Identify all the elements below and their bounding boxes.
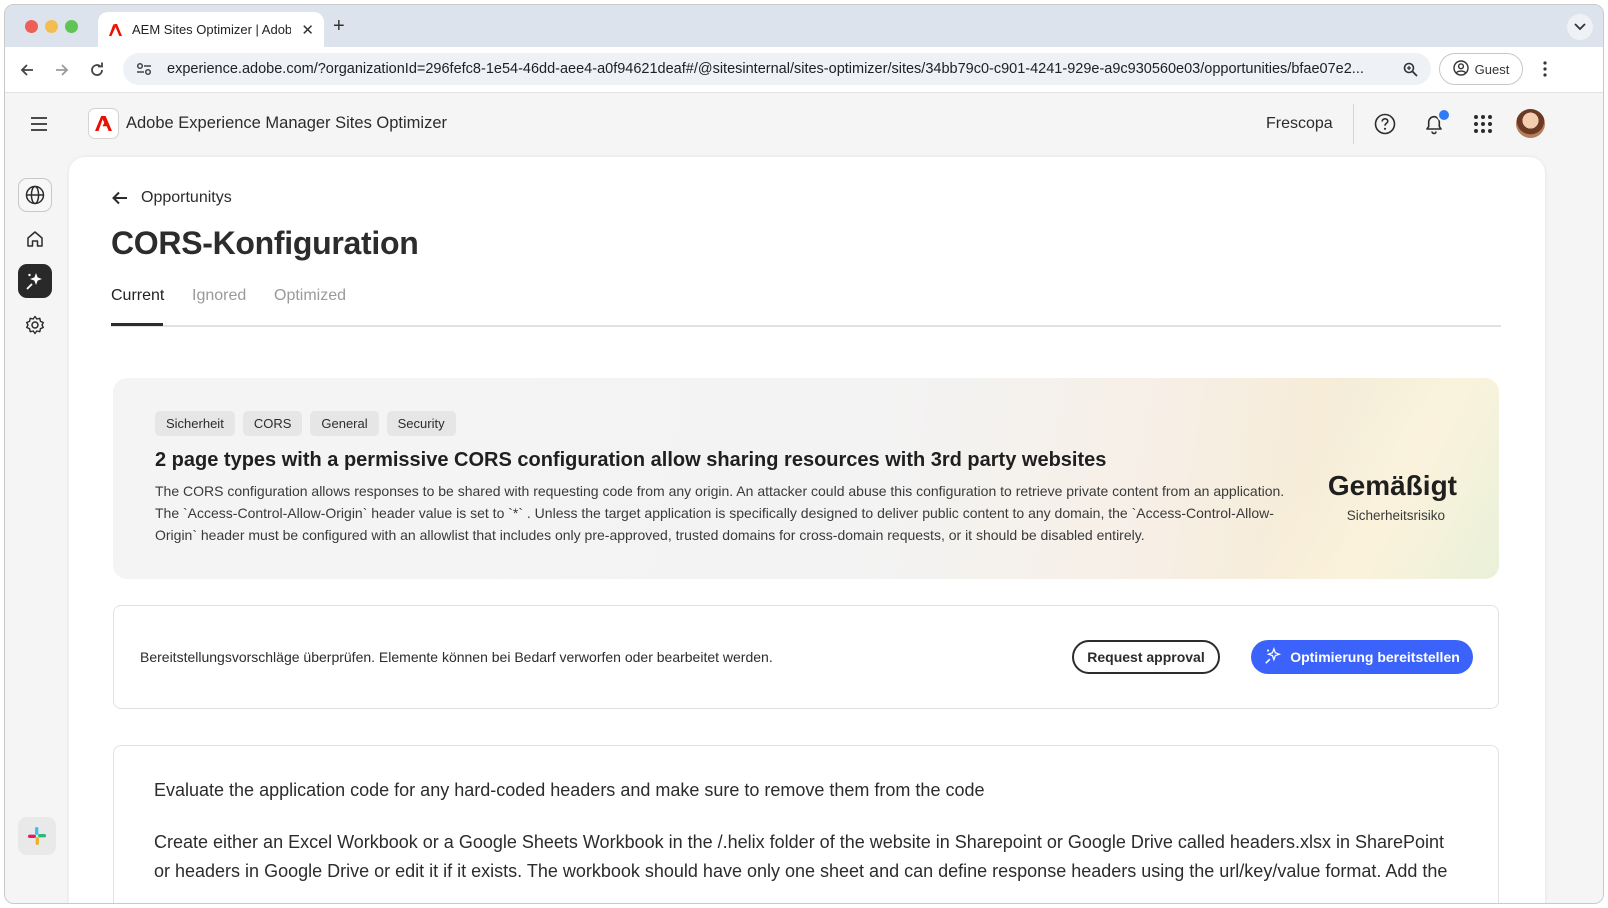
adobe-favicon-icon — [108, 23, 122, 37]
tag: Sicherheit — [155, 411, 235, 436]
deploy-label: Optimierung bereitstellen — [1290, 649, 1460, 665]
reload-icon[interactable] — [87, 60, 107, 80]
adobe-logo-icon[interactable] — [88, 108, 119, 139]
back-label: Opportunitys — [141, 189, 232, 206]
active-tab-indicator — [111, 323, 163, 326]
deploy-instruction: Bereitstellungsvorschläge überprüfen. El… — [140, 649, 773, 665]
browser-tab[interactable]: AEM Sites Optimizer | Adobe ✕ — [98, 12, 324, 47]
apps-grid-icon[interactable] — [1471, 112, 1495, 136]
app-shell: Adobe Experience Manager Sites Optimizer… — [5, 94, 1603, 903]
help-icon[interactable] — [1373, 112, 1397, 136]
tag: CORS — [242, 411, 303, 436]
arrow-left-icon — [111, 189, 129, 207]
step-text: Evaluate the application code for any ha… — [154, 780, 985, 800]
tag-list: Sicherheit CORS General Security — [155, 411, 456, 436]
tab-ignored[interactable]: Ignored — [192, 287, 246, 305]
back-link[interactable]: Opportunitys — [111, 189, 232, 207]
app-header: Adobe Experience Manager Sites Optimizer… — [5, 94, 1603, 154]
tab-title: AEM Sites Optimizer | Adobe — [132, 22, 292, 37]
opportunity-summary-card: Sicherheit CORS General Security 2 page … — [113, 378, 1499, 579]
home-icon[interactable] — [18, 222, 52, 256]
step-text: Create either an Excel Workbook or a Goo… — [154, 832, 1448, 881]
profile-icon — [1452, 59, 1469, 79]
site-settings-icon[interactable] — [135, 60, 153, 78]
tab-close-icon[interactable]: ✕ — [301, 21, 314, 39]
deploy-optimization-button[interactable]: Optimierung bereitstellen — [1251, 640, 1473, 674]
tab-search-button[interactable] — [1567, 14, 1593, 40]
forward-nav-icon[interactable] — [52, 60, 72, 80]
minimize-window-button[interactable] — [45, 20, 58, 33]
side-rail — [5, 154, 69, 903]
globe-icon[interactable] — [18, 178, 52, 212]
url-text: experience.adobe.com/?organizationId=296… — [167, 61, 1364, 77]
sparkle-icon — [1264, 646, 1282, 668]
deploy-action-card: Bereitstellungsvorschläge überprüfen. El… — [113, 605, 1499, 709]
address-bar[interactable]: experience.adobe.com/?organizationId=296… — [123, 53, 1431, 85]
tag: General — [310, 411, 379, 436]
product-name: Adobe Experience Manager Sites Optimizer — [126, 114, 447, 132]
main-content: Opportunitys CORS-Konfiguration Current … — [69, 157, 1545, 903]
browser-window: AEM Sites Optimizer | Adobe ✕ + experien… — [4, 4, 1604, 904]
remediation-steps-card: Evaluate the application code for any ha… — [113, 745, 1499, 903]
new-tab-button[interactable]: + — [333, 15, 345, 38]
page-title: CORS-Konfiguration — [111, 225, 419, 261]
profile-button[interactable]: Guest — [1439, 53, 1523, 85]
risk-level: Gemäßigt — [1327, 470, 1457, 501]
browser-toolbar: experience.adobe.com/?organizationId=296… — [5, 47, 1603, 93]
slack-icon[interactable] — [18, 817, 56, 855]
back-nav-icon[interactable] — [17, 60, 37, 80]
settings-icon[interactable] — [18, 308, 52, 342]
tab-strip: AEM Sites Optimizer | Adobe ✕ + — [5, 5, 1603, 47]
tab-optimized[interactable]: Optimized — [274, 287, 346, 305]
avatar[interactable] — [1516, 109, 1545, 138]
browser-menu-icon[interactable] — [1535, 59, 1555, 79]
org-switcher[interactable]: Frescopa — [1266, 115, 1333, 133]
opportunities-icon[interactable] — [18, 264, 52, 298]
tag: Security — [386, 411, 456, 436]
profile-label: Guest — [1474, 61, 1510, 77]
zoom-icon[interactable] — [1401, 60, 1419, 78]
opportunity-tabs: Current Ignored Optimized — [111, 285, 1501, 327]
tab-current[interactable]: Current — [111, 287, 164, 305]
header-divider — [1353, 104, 1354, 144]
opportunity-description: The CORS configuration allows responses … — [155, 483, 1285, 543]
opportunity-headline: 2 page types with a permissive CORS conf… — [155, 449, 1107, 471]
request-approval-button[interactable]: Request approval — [1072, 640, 1220, 674]
close-window-button[interactable] — [25, 20, 38, 33]
maximize-window-button[interactable] — [65, 20, 78, 33]
risk-label: Sicherheitsrisiko — [1346, 508, 1445, 523]
menu-icon[interactable] — [29, 114, 49, 134]
notification-badge — [1437, 108, 1451, 122]
